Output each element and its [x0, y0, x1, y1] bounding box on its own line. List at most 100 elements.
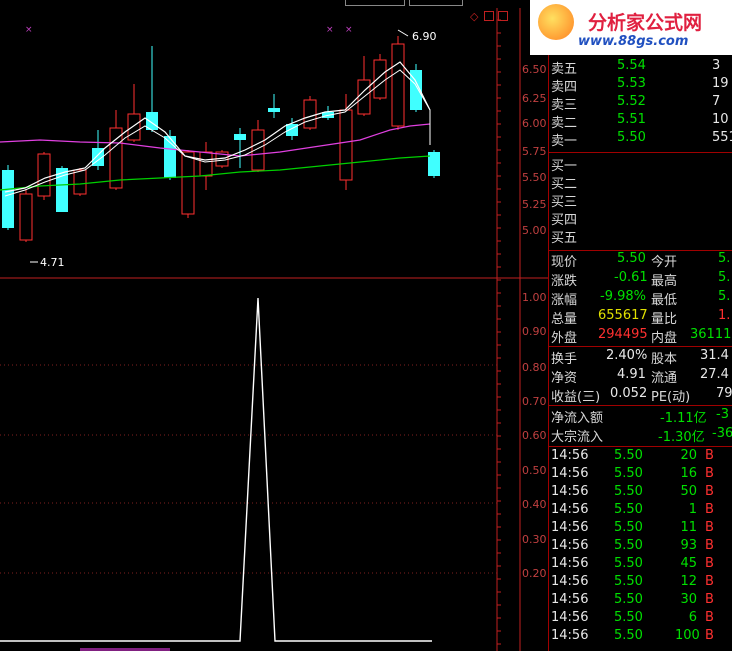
tick-volume: 11	[680, 520, 697, 535]
tick-side: B	[705, 556, 714, 571]
tick-side: B	[705, 610, 714, 625]
tick-time: 14:56	[551, 520, 589, 535]
eps-label: 收益(三)	[551, 390, 601, 405]
indicator-tick: 0.80	[522, 361, 547, 374]
current-label: 现价	[551, 255, 578, 270]
tick-volume: 50	[680, 484, 697, 499]
tick-side: B	[705, 448, 714, 463]
indicator-tick: 0.50	[522, 464, 547, 477]
tick-row[interactable]: 14:56 5.50 16 B	[551, 466, 731, 484]
bid-label: 买二	[551, 177, 578, 192]
tick-time: 14:56	[551, 574, 589, 589]
tick-row[interactable]: 14:56 5.50 93 B	[551, 538, 731, 556]
indicator-tick: 0.30	[522, 533, 547, 546]
tick-row[interactable]: 14:56 5.50 20 B	[551, 448, 731, 466]
tick-side: B	[705, 538, 714, 553]
blockflow-value-2: -36	[712, 426, 732, 441]
candle-body	[109, 127, 123, 189]
tick-price: 5.50	[614, 628, 643, 643]
x-marker: ×	[345, 25, 353, 35]
indicator-tick: 0.70	[522, 395, 547, 408]
tick-volume: 100	[675, 628, 700, 643]
tick-price: 5.50	[614, 520, 643, 535]
candle-body	[268, 108, 280, 112]
indicator-tick: 0.90	[522, 325, 547, 338]
tick-price: 5.50	[614, 484, 643, 499]
high-label: 最高	[651, 274, 678, 289]
price-tick: 6.50	[522, 63, 547, 76]
tick-volume: 1	[688, 502, 697, 517]
ask-price: 5.54	[617, 58, 646, 73]
change-value: -0.61	[614, 270, 648, 285]
tick-time: 14:56	[551, 628, 589, 643]
tick-side: B	[705, 502, 714, 517]
indicator-tick: 0.20	[522, 567, 547, 580]
tick-row[interactable]: 14:56 5.50 45 B	[551, 556, 731, 574]
candle-body	[286, 124, 298, 136]
candle-body	[373, 59, 387, 99]
shares-label: 股本	[651, 352, 678, 367]
tick-row[interactable]: 14:56 5.50 100 B	[551, 628, 731, 646]
tick-time: 14:56	[551, 592, 589, 607]
tick-row[interactable]: 14:56 5.50 30 B	[551, 592, 731, 610]
bid-label: 买五	[551, 231, 578, 246]
open-value: 5.	[718, 251, 731, 266]
shares-value: 31.4	[700, 348, 729, 363]
nav-value: 4.91	[617, 367, 646, 382]
price-tick: 6.25	[522, 92, 547, 105]
tick-price: 5.50	[614, 592, 643, 607]
tick-volume: 30	[680, 592, 697, 607]
candle-body	[2, 170, 14, 228]
tick-row[interactable]: 14:56 5.50 12 B	[551, 574, 731, 592]
kline-chart: × × × 6.90 4.71	[0, 8, 548, 651]
bid-label: 买四	[551, 213, 578, 228]
ask-volume: 10	[712, 112, 729, 127]
candle-body	[181, 151, 195, 215]
ask-price: 5.52	[617, 94, 646, 109]
ratio-value: 1.	[718, 308, 731, 323]
candle-body	[234, 134, 246, 140]
eps-value: 0.052	[610, 386, 648, 401]
tick-time: 14:56	[551, 448, 589, 463]
candle-body	[251, 129, 265, 171]
tick-price: 5.50	[614, 466, 643, 481]
blockflow-label: 大宗流入	[551, 430, 604, 445]
tick-row[interactable]: 14:56 5.50 1 B	[551, 502, 731, 520]
inner-label: 内盘	[651, 331, 678, 346]
ask-price: 5.53	[617, 76, 646, 91]
inner-value: 36111	[690, 327, 732, 342]
tick-side: B	[705, 520, 714, 535]
price-tick: 5.00	[522, 224, 547, 237]
tick-row[interactable]: 14:56 5.50 6 B	[551, 610, 731, 628]
ask-label: 卖二	[551, 116, 578, 131]
price-tick: 5.25	[522, 198, 547, 211]
current-price: 5.50	[617, 251, 646, 266]
indicator-tick: 1.00	[522, 291, 547, 304]
tick-time: 14:56	[551, 538, 589, 553]
outer-value: 294495	[598, 327, 648, 342]
tick-time: 14:56	[551, 610, 589, 625]
tick-row[interactable]: 14:56 5.50 11 B	[551, 520, 731, 538]
candle-body	[37, 153, 51, 197]
tick-row[interactable]: 14:56 5.50 50 B	[551, 484, 731, 502]
float-value: 27.4	[700, 367, 729, 382]
indicator-line	[0, 297, 432, 642]
logo-url[interactable]: www.88gs.com	[578, 34, 688, 49]
pct-value: -9.98%	[600, 289, 646, 304]
logo: 分析家公式网 www.88gs.com	[530, 0, 732, 55]
low-price-label: 4.71	[40, 256, 65, 269]
candle-body	[199, 151, 213, 177]
tick-volume: 16	[680, 466, 697, 481]
tick-price: 5.50	[614, 538, 643, 553]
ask-label: 卖四	[551, 80, 578, 95]
ask-volume: 7	[712, 94, 721, 109]
price-tick: 5.75	[522, 145, 547, 158]
pe-label: PE(动)	[651, 390, 691, 405]
tick-side: B	[705, 484, 714, 499]
netflow-label: 净流入额	[551, 411, 604, 426]
netflow-value-2: -3	[716, 407, 729, 422]
tick-volume: 6	[688, 610, 697, 625]
candle-body	[73, 169, 87, 195]
tick-price: 5.50	[614, 556, 643, 571]
tick-volume: 45	[680, 556, 697, 571]
